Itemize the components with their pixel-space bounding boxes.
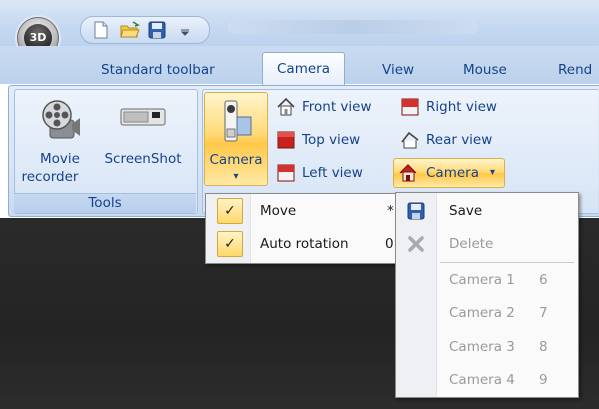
front-view-label: Front view: [302, 99, 372, 115]
menu-item-camera-1-shortcut: 6: [539, 272, 548, 288]
menu-item-camera-3-label: Camera 3: [449, 339, 515, 355]
top-view-button[interactable]: Top view: [274, 126, 384, 154]
movie-recorder-button[interactable]: Movie recorder: [22, 92, 98, 188]
camera-button-label: Camera: [209, 152, 263, 168]
open-folder-icon[interactable]: [119, 20, 140, 40]
chevron-down-icon: ▾: [490, 167, 496, 178]
menu-item-move[interactable]: ✓ Move *: [206, 197, 399, 225]
film-reel-icon: [36, 94, 84, 147]
window-title-blurred: [228, 20, 478, 34]
menu-item-auto-rotation-shortcut: 0: [385, 236, 394, 252]
front-view-button[interactable]: Front view: [274, 93, 390, 121]
tab-camera[interactable]: Camera: [262, 52, 345, 87]
camera-body-icon: [120, 106, 166, 133]
new-document-icon[interactable]: [91, 20, 111, 40]
menu-item-move-shortcut: *: [387, 203, 394, 219]
menu-item-camera-3-shortcut: 8: [539, 339, 548, 355]
menu-item-camera-2[interactable]: Camera 2 7: [396, 299, 578, 327]
tab-render[interactable]: Rend: [558, 56, 592, 84]
house-rear-icon: [400, 130, 420, 160]
menu-item-save-label: Save: [449, 203, 483, 219]
chevron-down-icon: ▾: [233, 171, 239, 182]
menu-item-camera-4-shortcut: 9: [539, 372, 548, 388]
menu-item-auto-rotation[interactable]: ✓ Auto rotation 0: [206, 230, 399, 258]
menu-item-camera-2-shortcut: 7: [539, 305, 548, 321]
customize-toolbar-icon[interactable]: [178, 20, 192, 40]
movie-recorder-label-line1: Movie: [40, 151, 80, 167]
tab-mouse[interactable]: Mouse: [463, 56, 507, 84]
left-view-icon: [276, 163, 296, 193]
menu-item-camera-2-label: Camera 2: [449, 305, 515, 321]
quick-access-toolbar: [80, 16, 210, 44]
right-view-label: Right view: [426, 99, 497, 115]
tab-view[interactable]: View: [382, 56, 414, 84]
menu-item-camera-4[interactable]: Camera 4 9: [396, 366, 578, 394]
save-disk-icon[interactable]: [147, 20, 167, 40]
menu-item-auto-rotation-label: Auto rotation: [260, 236, 349, 252]
screenshot-button[interactable]: ScreenShot: [96, 92, 190, 172]
camera-submenu: Save Delete Camera 1 6 Camera 2 7 Camera…: [395, 192, 579, 398]
house-camera-icon: [398, 163, 420, 193]
check-icon: ✓: [217, 198, 243, 224]
tab-standard-toolbar[interactable]: Standard toolbar: [101, 56, 215, 84]
left-view-label: Left view: [302, 165, 363, 181]
check-icon: ✓: [217, 231, 243, 257]
movie-recorder-label-line2: recorder: [21, 169, 79, 185]
delete-x-icon: [407, 235, 425, 263]
house-front-icon: [276, 97, 296, 127]
camera-menu-label: Camera: [426, 165, 479, 181]
rear-view-button[interactable]: Rear view: [398, 126, 508, 154]
camera-dropdown-button[interactable]: Camera ▾: [204, 92, 268, 186]
menu-item-camera-4-label: Camera 4: [449, 372, 515, 388]
menu-item-delete[interactable]: Delete: [396, 230, 578, 258]
menu-item-delete-label: Delete: [449, 236, 494, 252]
left-view-button[interactable]: Left view: [274, 159, 384, 187]
screenshot-label: ScreenShot: [104, 151, 182, 167]
camera-menu-button[interactable]: Camera ▾: [393, 158, 505, 188]
rear-view-label: Rear view: [426, 132, 493, 148]
video-camera-icon: [219, 99, 253, 150]
camera-options-menu: ✓ Move * ✓ Auto rotation 0: [205, 193, 400, 264]
menu-item-camera-3[interactable]: Camera 3 8: [396, 333, 578, 361]
right-view-icon: [400, 97, 420, 127]
menu-separator: [440, 262, 574, 263]
menu-item-move-label: Move: [260, 203, 297, 219]
top-view-icon: [276, 130, 296, 160]
tools-group-label: Tools: [14, 193, 196, 213]
menu-item-save[interactable]: Save: [396, 197, 578, 225]
right-view-button[interactable]: Right view: [398, 93, 516, 121]
menu-item-camera-1-label: Camera 1: [449, 272, 515, 288]
menu-item-camera-1[interactable]: Camera 1 6: [396, 266, 578, 294]
save-disk-icon: [407, 202, 425, 230]
top-view-label: Top view: [302, 132, 361, 148]
